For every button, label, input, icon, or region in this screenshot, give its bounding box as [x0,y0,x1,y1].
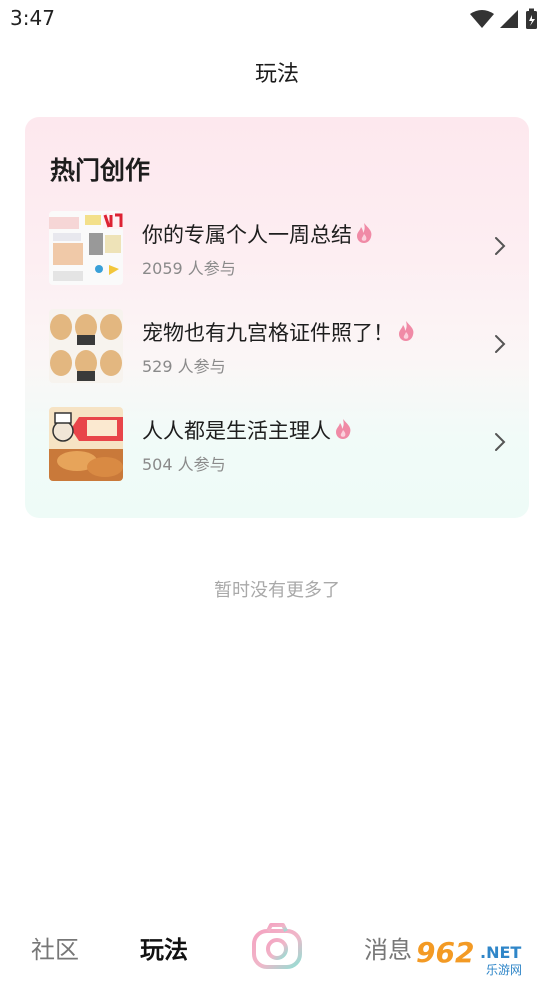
section-title: 热门创作 [50,156,151,185]
flame-icon [357,223,372,243]
creation-item-life-host[interactable]: 人人都是生活主理人 504 人参与 [25,405,529,495]
creation-item-pet-id-photo[interactable]: 宠物也有九宫格证件照了！ 529 人参与 [25,307,529,397]
no-more-content-note: 暂时没有更多了 [214,580,340,601]
pet-id-photo-thumbnail [49,309,123,383]
tab-play[interactable]: 玩法 [140,930,188,965]
camera-icon[interactable] [250,922,304,972]
status-icons [470,8,537,29]
chevron-right-icon [495,335,506,353]
bottom-tab-bar: 社区 玩法 消息 962 .NET 乐游网 [0,910,554,984]
participant-count: 529 人参与 [142,357,226,376]
weekly-summary-thumbnail [49,211,123,285]
site-watermark: 962 .NET 乐游网 [414,934,550,976]
participant-count: 504 人参与 [142,455,226,474]
hot-creations-card: 热门创作 你的专属个人一周总结 2059 人参与 宠物也有九宫格证件照了！ 52… [25,117,529,518]
chevron-right-icon [495,237,506,255]
flame-icon [399,321,414,341]
participant-count: 2059 人参与 [142,259,236,278]
tab-community[interactable]: 社区 [31,930,79,965]
creation-item-weekly-summary[interactable]: 你的专属个人一周总结 2059 人参与 [25,209,529,299]
creation-item-title: 你的专属个人一周总结 [142,219,374,249]
flame-icon [336,419,351,439]
wifi-icon [470,10,494,28]
status-bar: 3:47 [0,0,554,38]
status-time: 3:47 [10,6,55,30]
svg-text:.NET: .NET [480,943,521,962]
page-title: 玩法 [254,62,299,87]
svg-text:962: 962 [416,936,474,969]
creation-item-title: 宠物也有九宫格证件照了！ [142,317,416,347]
creation-item-title: 人人都是生活主理人 [142,415,353,445]
chevron-right-icon [495,433,506,451]
svg-text:乐游网: 乐游网 [486,963,522,976]
tab-messages[interactable]: 消息 [364,930,412,965]
signal-icon [500,10,518,28]
life-host-thumbnail [49,407,123,481]
